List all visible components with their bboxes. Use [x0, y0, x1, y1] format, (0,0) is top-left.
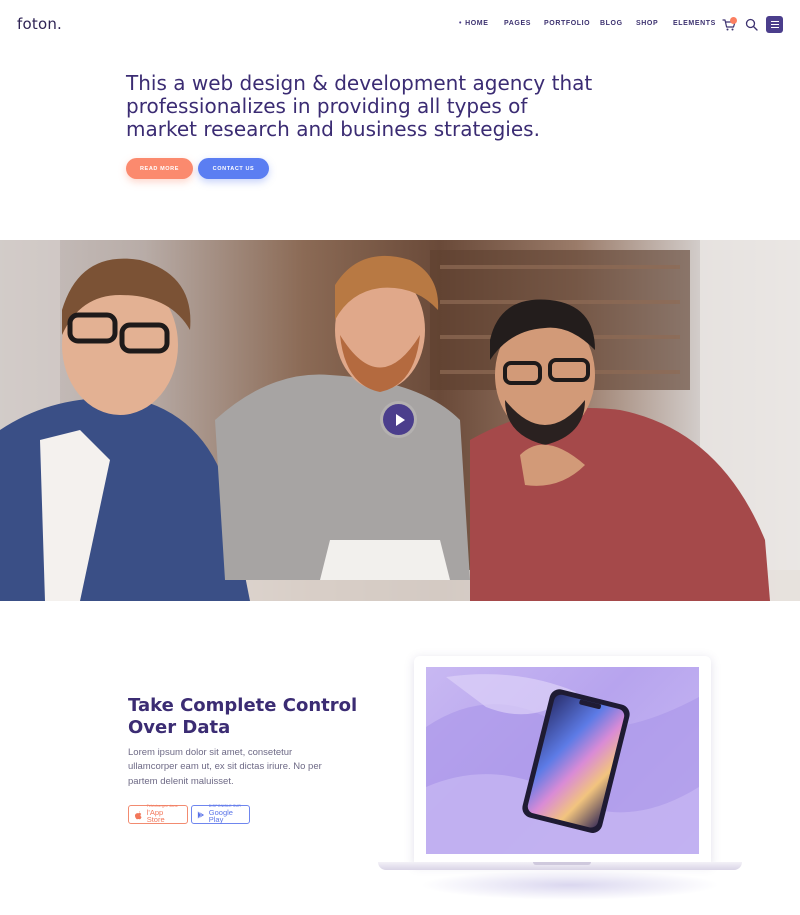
laptop-display-image	[426, 667, 699, 854]
site-logo[interactable]: foton.	[17, 15, 62, 33]
nav-item-elements[interactable]: ELEMENTS	[673, 20, 716, 27]
contact-us-button[interactable]: CONTACT US	[198, 158, 269, 179]
hamburger-menu-button[interactable]	[766, 16, 783, 33]
nav-item-home[interactable]: HOME	[459, 20, 488, 27]
hero-headline: This a web design & development agency t…	[126, 71, 593, 141]
play-video-button[interactable]	[383, 404, 414, 435]
cart-count-badge	[730, 17, 737, 24]
feature-description: Lorem ipsum dolor sit amet, consetetur u…	[128, 747, 322, 787]
site-header: foton. HOME PAGES PORTFOLIO BLOG SHOP EL…	[0, 0, 800, 50]
search-icon[interactable]	[745, 18, 758, 31]
nav-item-blog[interactable]: BLOG	[600, 20, 623, 27]
feature-title: Take Complete Control Over Data	[128, 695, 358, 738]
hamburger-icon	[770, 20, 779, 22]
laptop-shadow	[420, 870, 720, 900]
app-store-label: l'App Store	[146, 807, 165, 825]
laptop-notch	[533, 862, 591, 865]
nav-item-pages[interactable]: PAGES	[504, 20, 531, 27]
read-more-button[interactable]: READ MORE	[126, 158, 193, 179]
google-play-button[interactable]: DISPONIBLE SUR Google Play	[191, 805, 250, 824]
apple-icon	[134, 810, 142, 819]
nav-item-portfolio[interactable]: PORTFOLIO	[544, 20, 590, 27]
google-play-label: Google Play	[208, 807, 233, 825]
google-play-icon	[197, 810, 205, 819]
phone-mockup-illustration	[426, 674, 699, 854]
nav-item-shop[interactable]: SHOP	[636, 20, 658, 27]
app-store-button[interactable]: Téléchargez dans l'App Store	[128, 805, 188, 824]
